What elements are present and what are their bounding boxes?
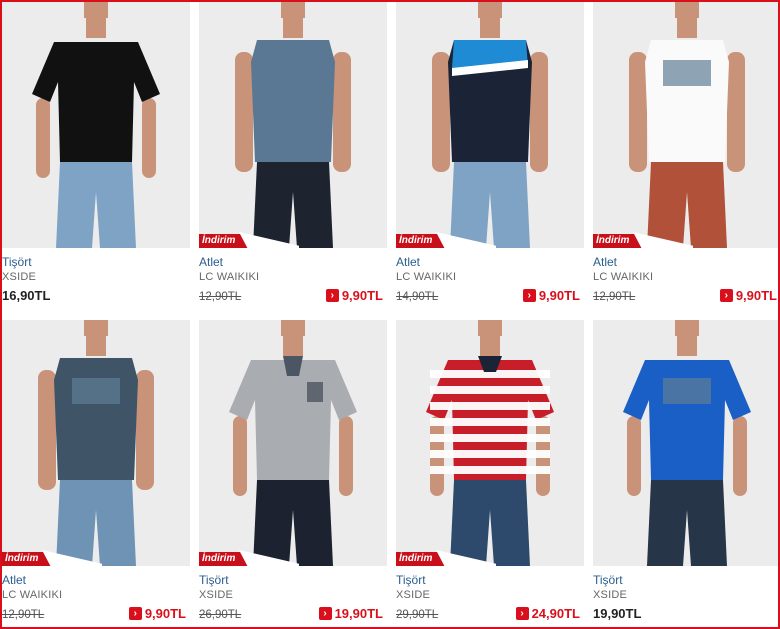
product-image[interactable]: İndirim [396, 2, 584, 248]
sale-price: › 9,90TL [522, 288, 580, 303]
chevron-right-icon: › [325, 289, 339, 302]
product-brand: LC WAIKIKI [2, 589, 63, 601]
chevron-right-icon: › [515, 607, 529, 620]
discount-badge: İndirim [199, 232, 299, 248]
product-prices: 12,90TL › 9,90TL [199, 287, 387, 307]
product-info: Atlet LC WAIKIKI 14,90TL › 9,90TL [396, 255, 584, 307]
product-category-link[interactable]: Tişört [396, 573, 584, 588]
discount-badge: İndirim [396, 232, 496, 248]
old-price: 26,90TL [199, 609, 242, 621]
product-prices: 26,90TL › 19,90TL [199, 605, 387, 625]
discount-badge: İndirim [2, 550, 102, 566]
product-brand: XSIDE [396, 589, 431, 601]
product-info: Tişört XSIDE 19,90TL [593, 573, 778, 625]
sale-price-value: 19,90TL [334, 606, 383, 621]
product-card[interactable]: İndirim Atlet LC WAIKIKI 12,90TL › 9,90TL [199, 2, 387, 303]
product-brand: LC WAIKIKI [396, 271, 457, 283]
product-info: Tişört XSIDE 16,90TL [2, 255, 190, 307]
sale-price: › 9,90TL [325, 288, 383, 303]
sale-price-value: 9,90TL [538, 288, 580, 303]
discount-badge: İndirim [199, 550, 299, 566]
product-brand: XSIDE [2, 271, 37, 283]
product-info: Atlet LC WAIKIKI 12,90TL › 9,90TL [593, 255, 778, 307]
product-info: Atlet LC WAIKIKI 12,90TL › 9,90TL [2, 573, 190, 625]
product-prices: 12,90TL › 9,90TL [2, 605, 190, 625]
product-info: Tişört XSIDE 29,90TL › 24,90TL [396, 573, 584, 625]
product-card[interactable]: İndirim Tişört XSIDE 29,90TL › 24,90TL [396, 320, 584, 621]
sale-price: › 19,90TL [318, 606, 383, 621]
chevron-right-icon: › [318, 607, 332, 620]
product-card[interactable]: İndirim Atlet LC WAIKIKI 12,90TL › 9,90TL [593, 2, 778, 303]
product-price: 16,90TL [2, 288, 51, 303]
product-image[interactable] [593, 320, 778, 566]
old-price: 14,90TL [396, 291, 439, 303]
old-price: 12,90TL [593, 291, 636, 303]
product-card[interactable]: İndirim Atlet LC WAIKIKI 12,90TL › 9,90TL [2, 320, 190, 621]
chevron-right-icon: › [719, 289, 733, 302]
discount-badge: İndirim [593, 232, 693, 248]
sale-price-value: 9,90TL [341, 288, 383, 303]
chevron-right-icon: › [522, 289, 536, 302]
old-price: 29,90TL [396, 609, 439, 621]
product-image[interactable]: İndirim [593, 2, 778, 248]
product-category-link[interactable]: Atlet [593, 255, 778, 270]
product-info: Atlet LC WAIKIKI 12,90TL › 9,90TL [199, 255, 387, 307]
sale-price-value: 9,90TL [144, 606, 186, 621]
sale-price: › 24,90TL [515, 606, 580, 621]
product-card[interactable]: İndirim Tişört XSIDE 26,90TL › 19,90TL [199, 320, 387, 621]
product-prices: 16,90TL [2, 287, 190, 307]
product-price: 19,90TL [593, 606, 642, 621]
sale-price: › 9,90TL [719, 288, 777, 303]
product-image[interactable]: İndirim [396, 320, 584, 566]
product-grid: Tişört XSIDE 16,90TL İndirim Atlet LC WAIKIK… [2, 2, 778, 627]
product-info: Tişört XSIDE 26,90TL › 19,90TL [199, 573, 387, 625]
product-category-link[interactable]: Atlet [2, 573, 190, 588]
product-image[interactable]: İndirim [199, 320, 387, 566]
product-grid-frame: Tişört XSIDE 16,90TL İndirim Atlet LC WAIKIK… [0, 0, 780, 629]
product-image[interactable]: İndirim [2, 320, 190, 566]
product-brand: XSIDE [593, 589, 628, 601]
product-prices: 12,90TL › 9,90TL [593, 287, 778, 307]
product-category-link[interactable]: Tişört [593, 573, 778, 588]
sale-price: › 9,90TL [128, 606, 186, 621]
product-category-link[interactable]: Tişört [2, 255, 190, 270]
product-prices: 19,90TL [593, 605, 778, 625]
product-category-link[interactable]: Atlet [396, 255, 584, 270]
old-price: 12,90TL [199, 291, 242, 303]
product-image[interactable] [2, 2, 190, 248]
sale-price-value: 9,90TL [735, 288, 777, 303]
old-price: 12,90TL [2, 609, 45, 621]
product-category-link[interactable]: Tişört [199, 573, 387, 588]
product-card[interactable]: Tişört XSIDE 16,90TL [2, 2, 190, 303]
product-prices: 29,90TL › 24,90TL [396, 605, 584, 625]
chevron-right-icon: › [128, 607, 142, 620]
product-prices: 14,90TL › 9,90TL [396, 287, 584, 307]
sale-price-value: 24,90TL [531, 606, 580, 621]
product-card[interactable]: Tişört XSIDE 19,90TL [593, 320, 778, 621]
product-category-link[interactable]: Atlet [199, 255, 387, 270]
product-brand: XSIDE [199, 589, 234, 601]
product-card[interactable]: İndirim Atlet LC WAIKIKI 14,90TL › 9,90TL [396, 2, 584, 303]
product-brand: LC WAIKIKI [593, 271, 654, 283]
product-brand: LC WAIKIKI [199, 271, 260, 283]
discount-badge: İndirim [396, 550, 496, 566]
product-image[interactable]: İndirim [199, 2, 387, 248]
